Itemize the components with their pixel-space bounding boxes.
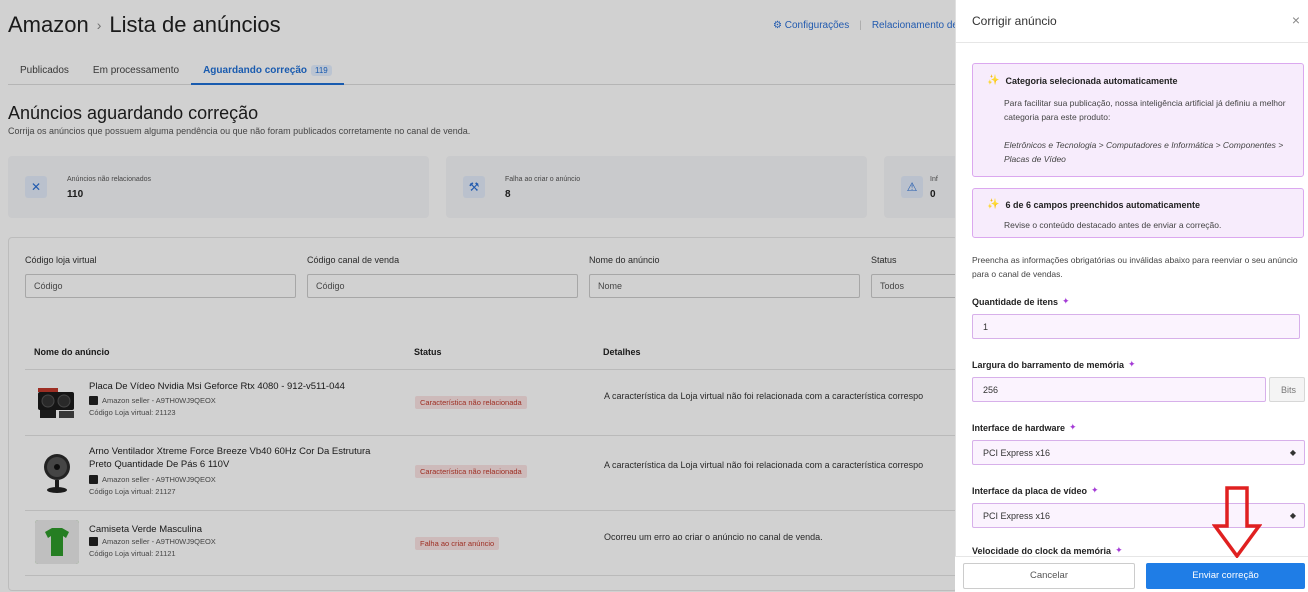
ai-category-text: Para facilitar sua publicação, nossa int…	[1004, 98, 1286, 122]
modal-backdrop[interactable]	[0, 0, 955, 592]
field-label-quantity: Quantidade de itens ✦	[972, 296, 1070, 307]
ai-fields-heading: ✨ 6 de 6 campos preenchidos automaticame…	[987, 199, 1200, 210]
ai-category-title: Categoria selecionada automaticamente	[1005, 75, 1178, 86]
annotation-arrow-icon	[1212, 486, 1262, 558]
drawer-title: Corrigir anúncio	[972, 14, 1057, 28]
bus-width-unit: Bits	[1269, 377, 1305, 402]
select-arrows-icon: ◆	[1289, 511, 1296, 520]
ai-fields-text: Revise o conteúdo destacado antes de env…	[1004, 220, 1222, 230]
ai-category-heading: ✨ Categoria selecionada automaticamente	[987, 75, 1178, 86]
sparkle-icon: ✦	[1115, 545, 1123, 555]
close-icon[interactable]: ×	[1292, 12, 1300, 28]
ai-category-notice: ✨ Categoria selecionada automaticamente …	[972, 63, 1304, 177]
form-intro: Preencha as informações obrigatórias ou …	[972, 255, 1298, 279]
field-label-text: Velocidade do clock da memória	[972, 545, 1112, 556]
drawer-footer: Cancelar Enviar correção	[955, 556, 1308, 592]
field-label-hardware-interface: Interface de hardware ✦	[972, 422, 1077, 433]
select-arrows-icon: ◆	[1289, 448, 1296, 457]
bus-width-input[interactable]: 256	[972, 377, 1266, 402]
hardware-interface-select[interactable]: PCI Express x16 ◆	[972, 440, 1305, 465]
field-label-text: Quantidade de itens	[972, 296, 1059, 307]
drawer-divider	[956, 42, 1308, 43]
field-label-text: Interface da placa de vídeo	[972, 485, 1088, 496]
select-value: PCI Express x16	[983, 511, 1051, 521]
magic-wand-icon: ✨	[987, 199, 1000, 210]
sparkle-icon: ✦	[1069, 422, 1077, 432]
field-label-text: Largura do barramento de memória	[972, 359, 1125, 370]
field-label-text: Interface de hardware	[972, 422, 1066, 433]
sparkle-icon: ✦	[1091, 485, 1099, 495]
cancel-button[interactable]: Cancelar	[963, 563, 1135, 589]
sparkle-icon: ✦	[1062, 296, 1070, 306]
select-value: PCI Express x16	[983, 448, 1051, 458]
sparkle-icon: ✦	[1128, 359, 1136, 369]
ai-fields-notice: ✨ 6 de 6 campos preenchidos automaticame…	[972, 188, 1304, 238]
field-label-memory-clock: Velocidade do clock da memória ✦	[972, 545, 1123, 556]
submit-correction-button[interactable]: Enviar correção	[1146, 563, 1305, 589]
ai-category-path: Eletrônicos e Tecnologia > Computadores …	[1004, 140, 1284, 164]
quantity-input[interactable]: 1	[972, 314, 1300, 339]
field-label-bus-width: Largura do barramento de memória ✦	[972, 359, 1136, 370]
magic-wand-icon: ✨	[987, 75, 1000, 86]
field-label-gpu-interface: Interface da placa de vídeo ✦	[972, 485, 1099, 496]
ai-fields-title: 6 de 6 campos preenchidos automaticament…	[1005, 199, 1201, 210]
